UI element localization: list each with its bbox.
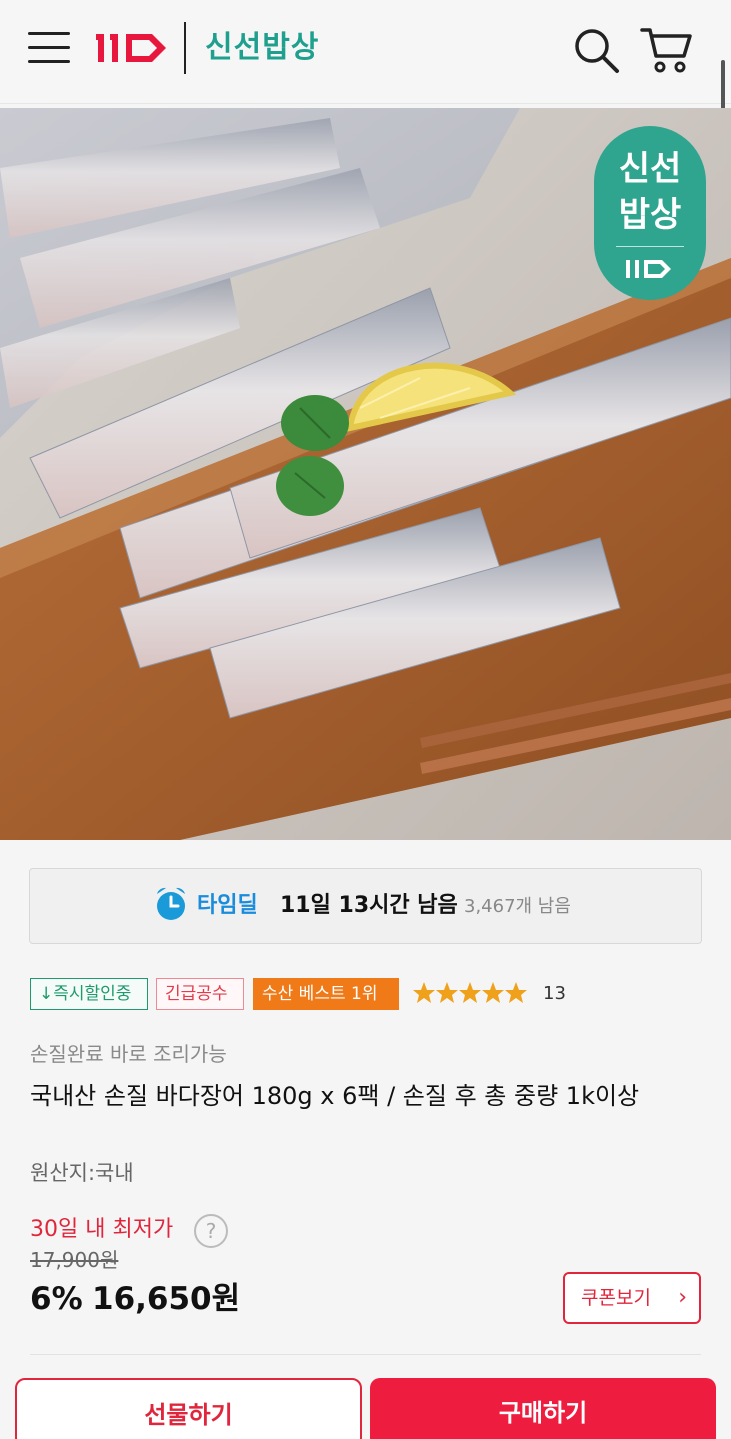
product-origin: 원산지:국내 (30, 1161, 134, 1185)
header-divider (184, 22, 186, 74)
11st-logo[interactable] (96, 26, 168, 70)
store-name[interactable]: 신선밥상 (205, 28, 319, 68)
timedeal-stock: 3,467개 남음 (464, 896, 571, 917)
urgent-supply-tag: 긴급공수 (156, 978, 244, 1010)
sale-price: 16,650원 (92, 1281, 241, 1317)
gift-button[interactable]: 선물하기 (15, 1378, 362, 1439)
instant-discount-tag: ↓즉시할인중 (30, 978, 148, 1010)
top-header: 신선밥상 (0, 0, 731, 240)
original-price: 17,900원 (30, 1248, 119, 1272)
timedeal-banner[interactable]: 타임딜 11일 13시간 남음 3,467개 남음 (29, 868, 702, 944)
discount-rate: 6% (30, 1281, 83, 1317)
cart-icon[interactable] (640, 24, 692, 74)
badge-line2: 밥상 (618, 195, 682, 235)
star-icon (436, 982, 458, 1003)
star-icon (459, 982, 481, 1003)
badge-11st-logo (626, 260, 671, 278)
view-coupon-button[interactable]: 쿠폰보기 › (563, 1272, 701, 1324)
seafood-best-tag: 수산 베스트 1위 (253, 978, 399, 1010)
hamburger-menu-icon[interactable] (28, 28, 70, 68)
help-icon[interactable]: ? (194, 1214, 228, 1248)
search-icon[interactable] (572, 26, 620, 74)
star-icon (482, 982, 504, 1003)
badge-separator (616, 246, 684, 247)
product-title: 국내산 손질 바다장어 180g x 6팩 / 손질 후 총 중량 1k이상 (30, 1082, 640, 1110)
chevron-right-icon: › (678, 1285, 687, 1310)
coupon-button-label: 쿠폰보기 (581, 1287, 651, 1309)
star-icon (505, 982, 527, 1003)
section-divider (30, 1354, 701, 1355)
bottom-action-bar: 선물하기 구매하기 (0, 1360, 731, 1439)
star-icon (413, 982, 435, 1003)
product-image[interactable]: 신선 밥상 (0, 108, 731, 840)
lowest-price-label: 30일 내 최저가 (30, 1217, 174, 1242)
rating-stars[interactable] (412, 980, 532, 1008)
badge-line1: 신선 (618, 149, 682, 189)
review-count[interactable]: 13 (543, 980, 566, 1008)
timedeal-remaining-time: 11일 13시간 남음 (280, 893, 458, 918)
buy-button[interactable]: 구매하기 (370, 1378, 716, 1439)
product-subtitle: 손질완료 바로 조리가능 (30, 1042, 227, 1066)
fresh-table-badge: 신선 밥상 (594, 126, 706, 300)
alarm-clock-icon (157, 887, 185, 920)
timedeal-label: 타임딜 (197, 893, 258, 918)
